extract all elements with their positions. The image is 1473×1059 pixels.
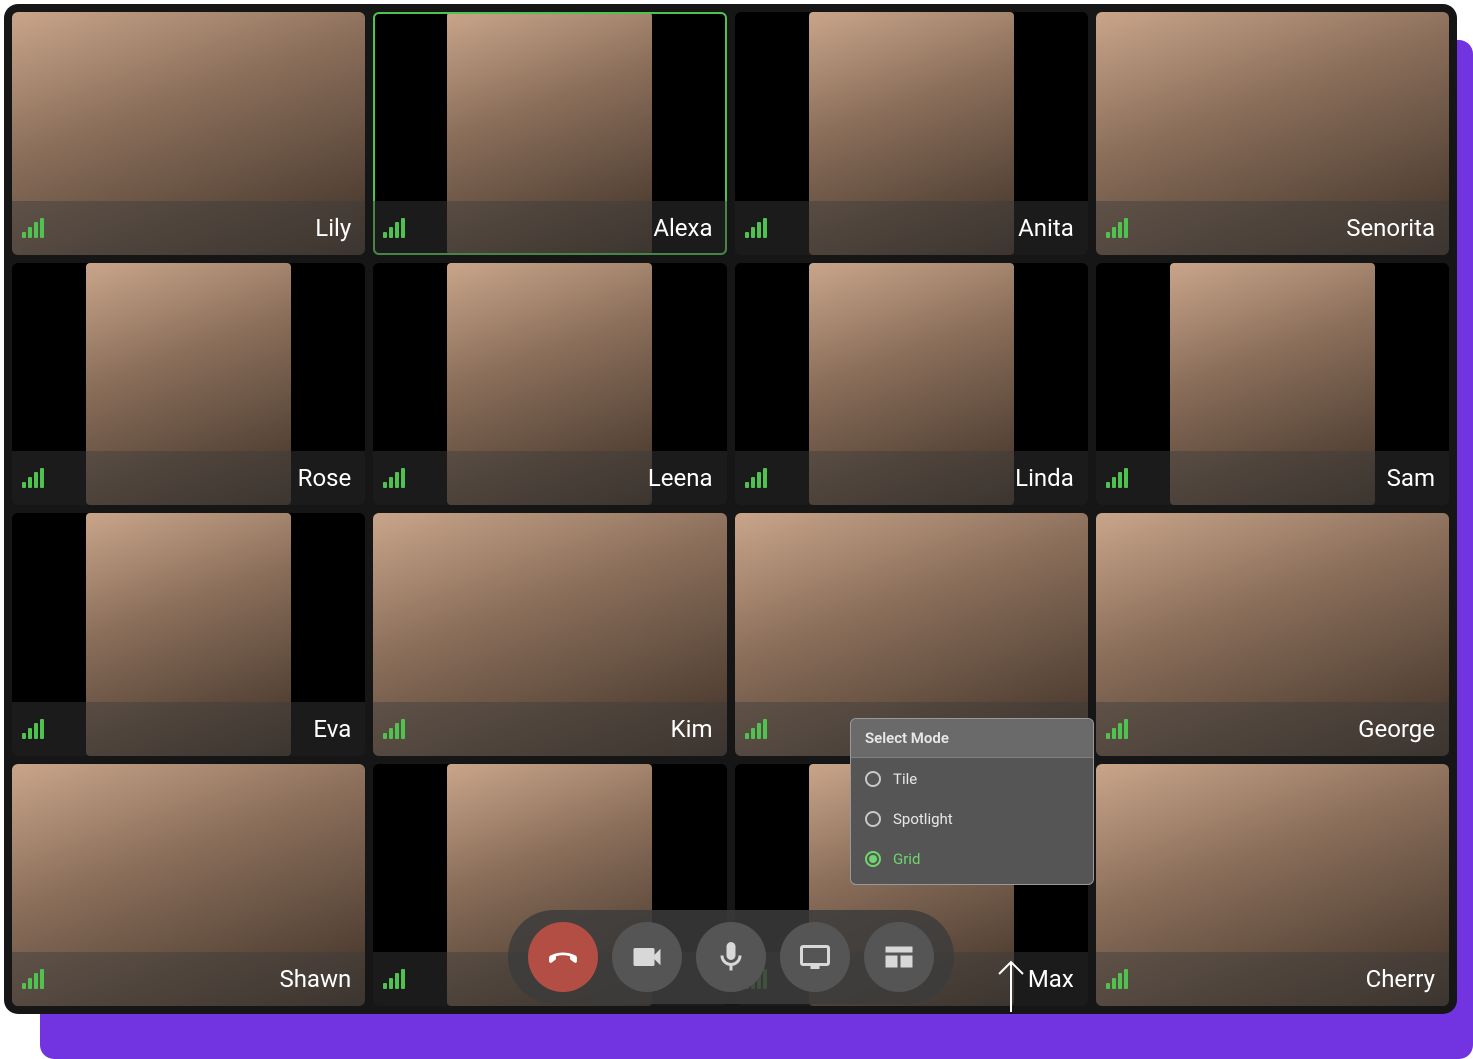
participant-name: Eva [313,715,351,743]
participant-tile[interactable]: Sam [1096,263,1449,506]
participant-name-bar: Eva [12,702,365,756]
layout-option-label: Tile [893,770,917,788]
participants-grid: Lily Alexa Anita Senorita Rose Leena Linda Sam E… [12,12,1449,1006]
participant-name: Alexa [653,214,712,242]
signal-strength-icon [745,719,767,739]
participant-name-bar: Lily [12,201,365,255]
participant-name-bar: Shawn [12,952,365,1006]
participant-tile[interactable]: Lily [12,12,365,255]
signal-strength-icon [22,468,44,488]
popover-title: Select Mode [851,719,1093,758]
participant-tile[interactable]: Kim [373,513,726,756]
participant-tile[interactable]: Leena [373,263,726,506]
participant-name: Anita [1018,214,1074,242]
participant-tile[interactable]: Rose [12,263,365,506]
layout-option-label: Grid [893,850,920,868]
popover-options: Tile Spotlight Grid [851,758,1093,884]
participant-tile[interactable]: Shawn [12,764,365,1007]
signal-strength-icon [383,218,405,238]
participant-name: Max [1028,965,1074,993]
participant-name-bar: Rose [12,451,365,505]
screenshare-icon [797,939,833,975]
participant-name-bar: Cherry [1096,952,1449,1006]
participant-tile[interactable]: Alexa [373,12,726,255]
signal-strength-icon [745,218,767,238]
participant-name-bar: Kim [373,702,726,756]
participant-name-bar: Senorita [1096,201,1449,255]
call-controls [508,910,954,1004]
participant-name: Leena [648,464,713,492]
participant-name: Cherry [1366,965,1435,993]
signal-strength-icon [383,719,405,739]
participant-tile[interactable]: Linda [735,263,1088,506]
participant-name: Lily [315,214,351,242]
signal-strength-icon [1106,719,1128,739]
signal-strength-icon [1106,969,1128,989]
hangup-icon [545,939,581,975]
signal-strength-icon [22,969,44,989]
layout-mode-button[interactable] [864,922,934,992]
participant-tile[interactable]: Cherry [1096,764,1449,1007]
participant-name: Rose [298,464,352,492]
signal-strength-icon [22,218,44,238]
signal-strength-icon [1106,468,1128,488]
layout-mode-popover: Select Mode Tile Spotlight Grid [850,718,1094,885]
participant-name: Senorita [1346,214,1435,242]
signal-strength-icon [745,468,767,488]
pointer-arrow [989,956,1033,1018]
participant-tile[interactable]: Anita [735,12,1088,255]
participant-name: Sam [1387,464,1435,492]
participant-tile[interactable]: Eva [12,513,365,756]
layout-icon [881,939,917,975]
participant-name: Linda [1015,464,1074,492]
participant-name-bar: Alexa [373,201,726,255]
participant-name: George [1358,715,1435,743]
participant-tile[interactable]: George [1096,513,1449,756]
layout-option-label: Spotlight [893,810,953,828]
screenshare-button[interactable] [780,922,850,992]
participant-tile[interactable]: Senorita [1096,12,1449,255]
signal-strength-icon [383,468,405,488]
layout-option[interactable]: Grid [865,850,1079,868]
signal-strength-icon [22,719,44,739]
layout-option[interactable]: Spotlight [865,810,1079,828]
participant-name-bar: Leena [373,451,726,505]
radio-icon [865,811,881,827]
layout-option[interactable]: Tile [865,770,1079,788]
hangup-button[interactable] [528,922,598,992]
participant-name: Kim [671,715,713,743]
camera-icon [629,939,665,975]
signal-strength-icon [1106,218,1128,238]
participant-name-bar: Linda [735,451,1088,505]
mic-icon [713,939,749,975]
participant-name-bar: George [1096,702,1449,756]
camera-toggle-button[interactable] [612,922,682,992]
mic-toggle-button[interactable] [696,922,766,992]
participant-name-bar: Anita [735,201,1088,255]
video-call-window: Lily Alexa Anita Senorita Rose Leena Linda Sam E… [4,4,1457,1014]
participant-name-bar: Sam [1096,451,1449,505]
radio-icon [865,851,881,867]
participant-name: Shawn [279,965,351,993]
signal-strength-icon [383,969,405,989]
radio-icon [865,771,881,787]
